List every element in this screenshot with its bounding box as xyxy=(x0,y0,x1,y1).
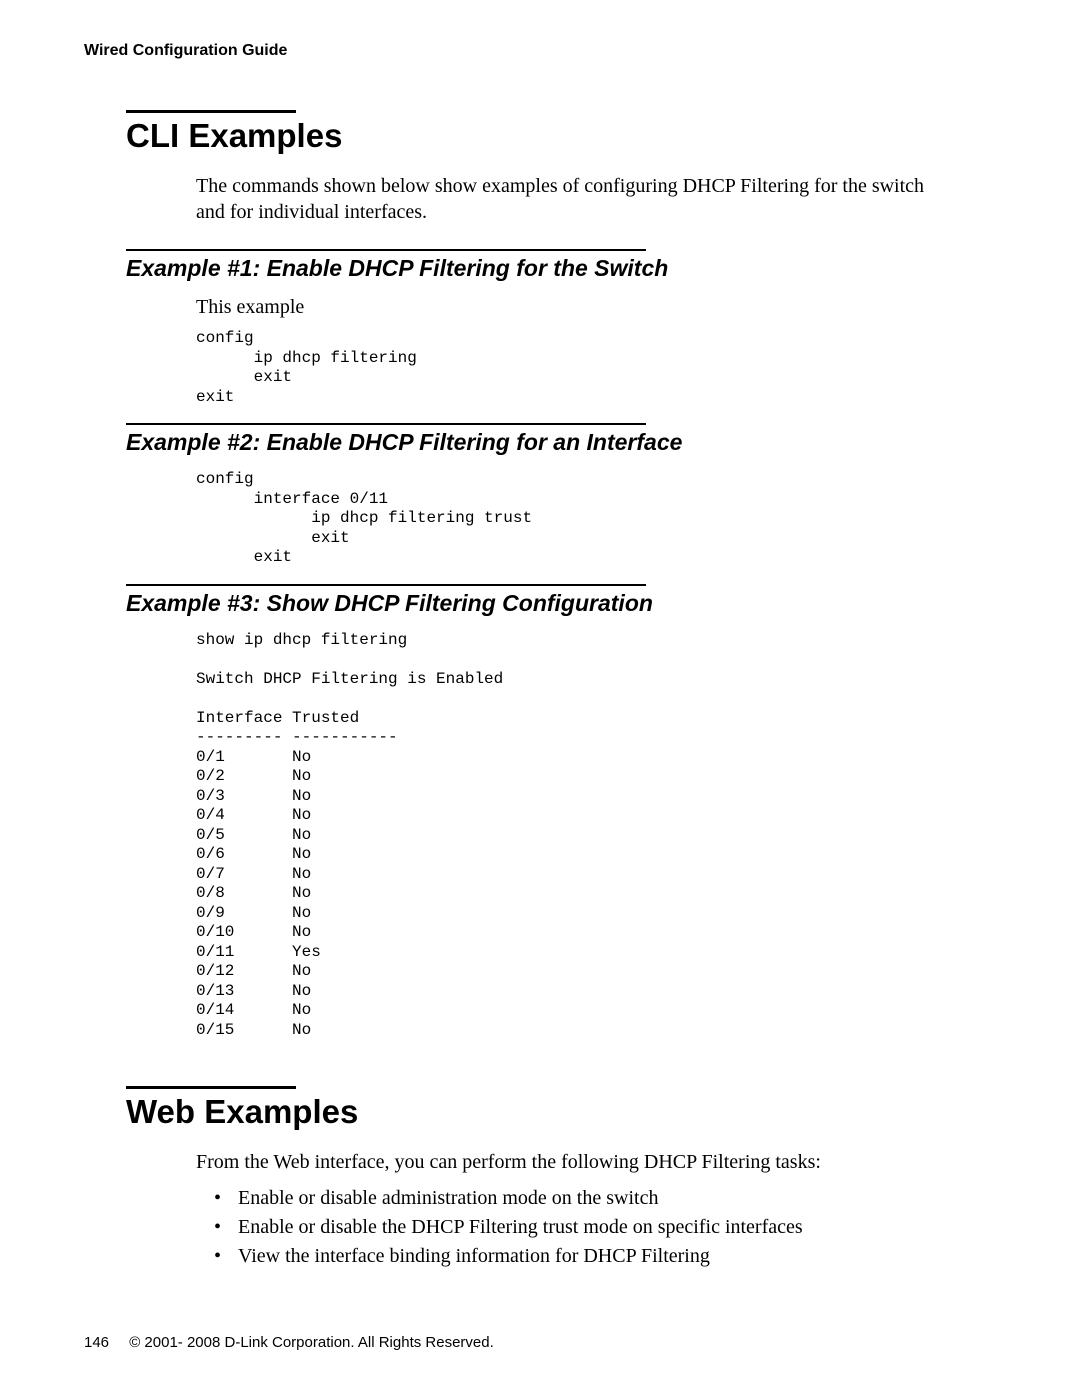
section-title-cli: CLI Examples xyxy=(126,117,990,155)
copyright-text: © 2001- 2008 D-Link Corporation. All Rig… xyxy=(129,1334,494,1351)
example1-intro: This example xyxy=(196,296,990,319)
document-page: Wired Configuration Guide CLI Examples T… xyxy=(0,0,1080,1397)
subsection-rule xyxy=(126,584,646,586)
section-title-web: Web Examples xyxy=(126,1093,990,1131)
list-item: Enable or disable administration mode on… xyxy=(214,1185,954,1212)
subsection-rule xyxy=(126,423,646,425)
subsection-rule xyxy=(126,249,646,251)
example2-code: config interface 0/11 ip dhcp filtering … xyxy=(196,470,990,568)
example1-title: Example #1: Enable DHCP Filtering for th… xyxy=(126,255,990,282)
section-rule xyxy=(126,1086,296,1089)
page-footer: 146 © 2001- 2008 D-Link Corporation. All… xyxy=(84,1334,494,1351)
example3-code: show ip dhcp filtering Switch DHCP Filte… xyxy=(196,631,990,1041)
page-number: 146 xyxy=(84,1334,109,1351)
running-header: Wired Configuration Guide xyxy=(84,42,990,60)
web-examples-list: Enable or disable administration mode on… xyxy=(214,1185,954,1270)
section-rule xyxy=(126,110,296,113)
section-intro-web: From the Web interface, you can perform … xyxy=(196,1149,956,1175)
example1-code: config ip dhcp filtering exit exit xyxy=(196,329,990,407)
example3-title: Example #3: Show DHCP Filtering Configur… xyxy=(126,590,990,617)
list-item: Enable or disable the DHCP Filtering tru… xyxy=(214,1214,954,1241)
list-item: View the interface binding information f… xyxy=(214,1243,954,1270)
example2-title: Example #2: Enable DHCP Filtering for an… xyxy=(126,429,990,456)
section-intro-cli: The commands shown below show examples o… xyxy=(196,173,956,225)
